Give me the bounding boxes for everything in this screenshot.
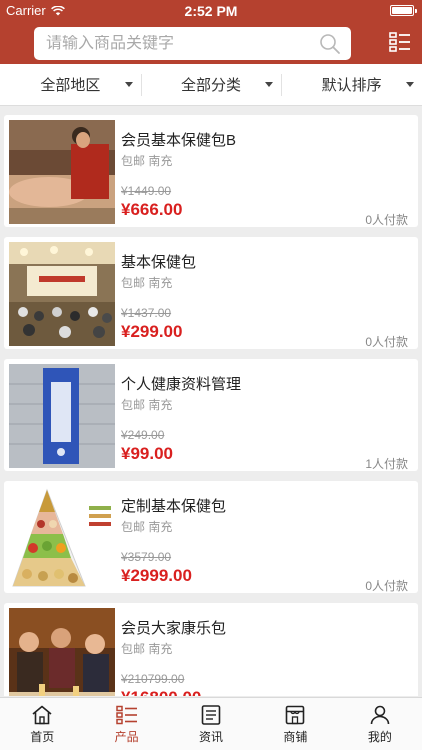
- home-icon: [32, 705, 52, 725]
- tab-products-label: 产品: [114, 730, 139, 744]
- news-icon: [201, 705, 221, 725]
- search-input[interactable]: [46, 34, 306, 53]
- paid-count: 0人付款: [365, 213, 408, 227]
- product-name[interactable]: 会员基本保健包B: [121, 129, 236, 150]
- product-tags: 包邮 南充: [121, 520, 173, 534]
- tab-home[interactable]: 首页: [0, 698, 84, 750]
- paid-count: 1人付款: [365, 457, 408, 471]
- list-icon: [115, 705, 137, 725]
- sale-price: ¥2999.00: [121, 566, 192, 585]
- original-price: ¥1449.00: [121, 184, 172, 198]
- top-bar: Carrier 2:52 PM: [0, 0, 422, 64]
- product-image-seminar[interactable]: [9, 242, 115, 346]
- tab-me-label: 我的: [367, 730, 392, 744]
- original-price: ¥1437.00: [121, 306, 172, 320]
- original-price: ¥210799.00: [121, 672, 185, 686]
- product-tags: 包邮 南充: [121, 276, 173, 290]
- product-card[interactable]: 会员大家康乐包 包邮 南充 ¥210799.00 ¥16800.00: [4, 603, 418, 696]
- paid-count: 0人付款: [365, 335, 408, 349]
- product-name[interactable]: 个人健康资料管理: [121, 373, 241, 394]
- tab-products[interactable]: 产品: [84, 698, 168, 750]
- product-image-massage[interactable]: [9, 120, 115, 224]
- product-image-binder[interactable]: [9, 364, 115, 468]
- original-price: ¥249.00: [121, 428, 165, 442]
- caret-down-icon: [124, 82, 133, 87]
- original-price: ¥3579.00: [121, 550, 172, 564]
- tab-home-label: 首页: [30, 730, 55, 744]
- product-card[interactable]: 个人健康资料管理 包邮 南充 ¥249.00 ¥99.00 1人付款: [4, 359, 418, 471]
- product-list[interactable]: 会员基本保健包B 包邮 南充 ¥1449.00 ¥666.00 0人付款 基本保…: [0, 106, 422, 696]
- caret-down-icon: [406, 82, 415, 87]
- category-menu-icon[interactable]: [389, 31, 411, 53]
- product-image-food-pyramid[interactable]: [9, 486, 115, 590]
- filter-sort-label: 默认排序: [321, 77, 382, 94]
- paid-count: 0人付款: [365, 579, 408, 593]
- tab-store-label: 商铺: [283, 730, 308, 744]
- product-tags: 包邮 南充: [121, 398, 173, 412]
- status-bar: Carrier 2:52 PM: [0, 0, 422, 22]
- search-box[interactable]: [34, 27, 351, 60]
- tab-store[interactable]: 商铺: [253, 698, 337, 750]
- sale-price: ¥299.00: [121, 322, 183, 341]
- tab-me[interactable]: 我的: [338, 698, 422, 750]
- store-icon: [286, 705, 305, 725]
- filter-region-label: 全部地区: [40, 77, 101, 94]
- sale-price: ¥16800.00: [121, 688, 201, 696]
- product-card[interactable]: 基本保健包 包邮 南充 ¥1437.00 ¥299.00 0人付款: [4, 237, 418, 349]
- sale-price: ¥666.00: [121, 200, 183, 219]
- sale-price: ¥99.00: [121, 444, 173, 463]
- battery-icon: [390, 5, 417, 16]
- filter-bar: 全部地区 全部分类 默认排序: [0, 64, 422, 106]
- product-card[interactable]: 会员基本保健包B 包邮 南充 ¥1449.00 ¥666.00 0人付款: [4, 115, 418, 227]
- user-icon: [370, 705, 390, 725]
- product-card[interactable]: 定制基本保健包 包邮 南充 ¥3579.00 ¥2999.00 0人付款: [4, 481, 418, 593]
- filter-sort[interactable]: 默认排序: [281, 64, 422, 105]
- product-name[interactable]: 定制基本保健包: [121, 495, 226, 516]
- filter-category[interactable]: 全部分类: [140, 64, 282, 105]
- filter-region[interactable]: 全部地区: [0, 64, 141, 105]
- product-tags: 包邮 南充: [121, 642, 173, 656]
- search-icon[interactable]: [319, 33, 341, 55]
- product-tags: 包邮 南充: [121, 154, 173, 168]
- product-image-dinner-party[interactable]: [9, 608, 115, 696]
- tab-news[interactable]: 资讯: [169, 698, 253, 750]
- product-name[interactable]: 会员大家康乐包: [121, 617, 226, 638]
- filter-category-label: 全部分类: [181, 77, 242, 94]
- product-name[interactable]: 基本保健包: [121, 251, 196, 272]
- bottom-tab-bar: 首页 产品 资讯 商铺 我的: [0, 697, 422, 750]
- clock: 2:52 PM: [184, 3, 238, 19]
- caret-down-icon: [265, 82, 274, 87]
- tab-news-label: 资讯: [199, 730, 224, 744]
